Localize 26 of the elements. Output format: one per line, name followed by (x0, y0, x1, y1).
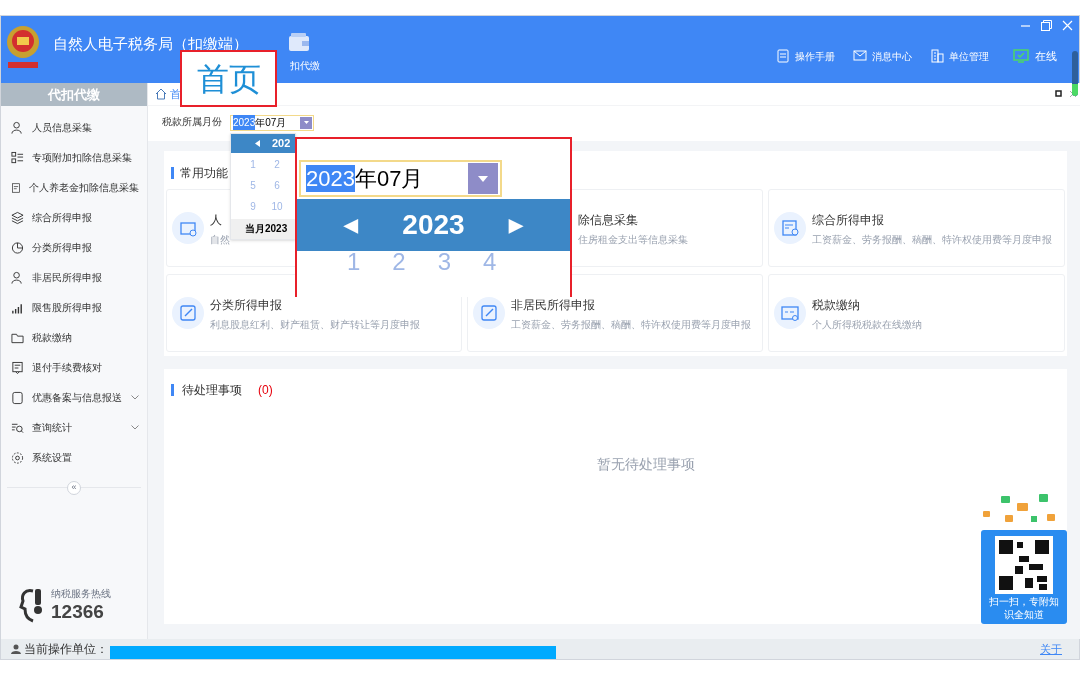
field-label: 税款所属月份 (162, 114, 222, 129)
card-description: 工资薪金、劳务报酬、稿酬、特许权使用费等月度申报 (812, 232, 1052, 247)
card-description: 利息股息红利、财产租赁、财产转让等月度申报 (210, 317, 420, 332)
card-description: 自然 (210, 232, 230, 247)
hotline-label: 纳税服务热线 (51, 589, 111, 600)
card-description: 工资薪金、劳务报酬、稿酬、特许权使用费等月度申报 (511, 317, 751, 332)
card-title: 非居民所得申报 (511, 296, 596, 314)
sidebar-header: 代扣代缴 (1, 82, 147, 106)
year-label: 2023 (402, 208, 465, 242)
card-description: 个人所得税税款在线缴纳 (812, 317, 922, 332)
card-description: 住房租金支出等信息采集 (578, 232, 688, 247)
card-title: 税款缴纳 (812, 296, 861, 314)
hotline-number: 12366 (51, 602, 105, 622)
status-label: 当前操作单位： (24, 641, 108, 659)
card-title: 分类所得申报 (210, 296, 283, 314)
section-title: 常用功能 (180, 164, 228, 182)
qr-caption: 扫一扫，专附知识全知道 (988, 596, 1060, 622)
section-title: 待处理事项 (182, 381, 242, 399)
card-title: 人 (210, 211, 223, 229)
card-title: 综合所得申报 (812, 211, 885, 229)
connection-status: 在线 (1013, 48, 1057, 65)
year-label: 202 (272, 136, 291, 152)
card-title: 除信息采集 (578, 211, 639, 229)
pending-count: (0) (258, 381, 273, 399)
title-zoom-tooltip: 首页 (180, 50, 277, 107)
empty-state-text: 暂无待处理事项 (596, 454, 695, 474)
